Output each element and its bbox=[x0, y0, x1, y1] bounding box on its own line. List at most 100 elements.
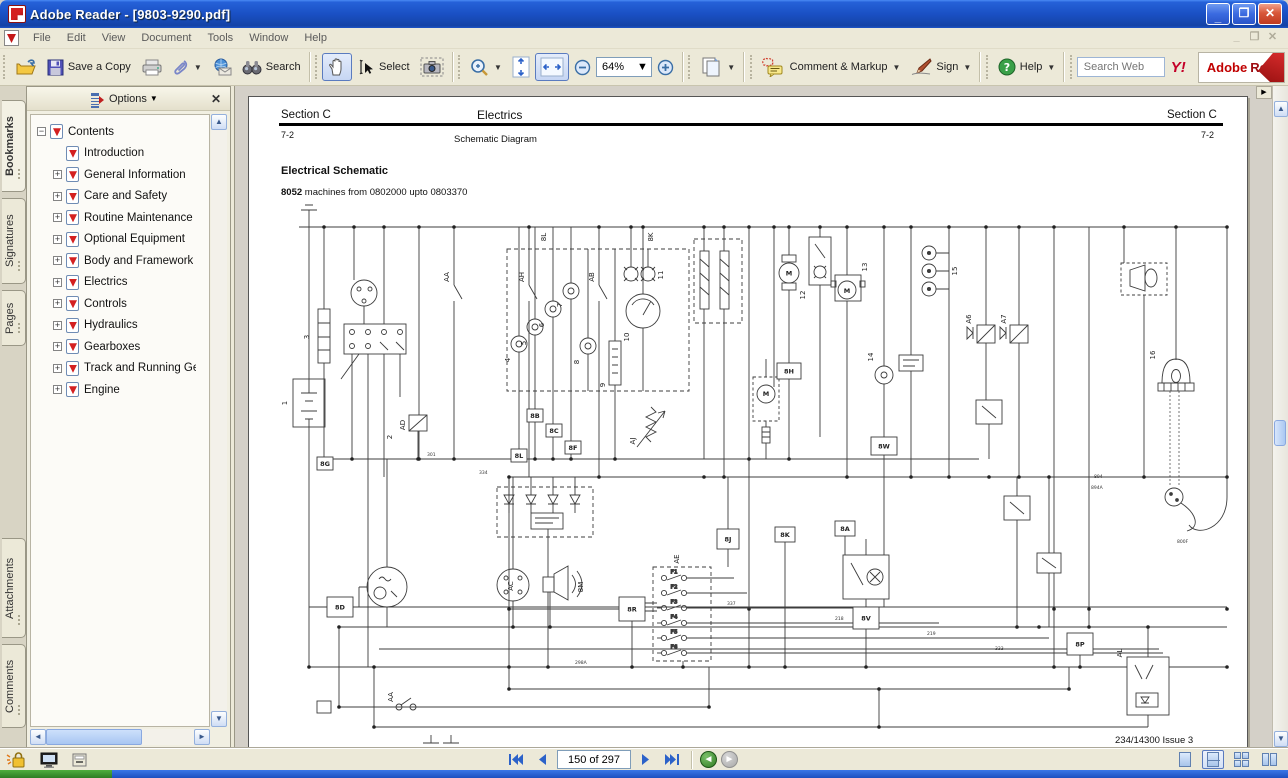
scroll-right-arrow[interactable]: ► bbox=[194, 729, 210, 745]
scroll-left-arrow[interactable]: ◄ bbox=[30, 729, 46, 745]
zoom-out-button[interactable] bbox=[569, 55, 596, 80]
menu-view[interactable]: View bbox=[94, 30, 134, 46]
tree-expander-minus[interactable]: − bbox=[37, 127, 46, 136]
open-button[interactable] bbox=[10, 54, 42, 80]
tree-expander-plus[interactable]: + bbox=[53, 213, 62, 222]
hscrollbar-thumb[interactable] bbox=[46, 729, 142, 745]
bookmark-gearboxes[interactable]: +Gearboxes bbox=[37, 336, 209, 358]
expand-bookmark-icon[interactable] bbox=[91, 92, 104, 106]
bookmark-routine-maintenance[interactable]: +Routine Maintenance bbox=[37, 207, 209, 229]
mdi-minimize-button[interactable]: _ bbox=[1229, 31, 1244, 45]
yahoo-logo[interactable]: Y! bbox=[1165, 59, 1192, 76]
tree-expander-plus[interactable]: + bbox=[53, 278, 62, 287]
start-button-edge[interactable] bbox=[0, 770, 112, 778]
bookmarks-vscrollbar[interactable]: ▲ ▼ bbox=[211, 114, 227, 727]
mdi-restore-button[interactable]: ❐ bbox=[1247, 31, 1262, 45]
tree-expander-plus[interactable]: + bbox=[53, 321, 62, 330]
toolbar-grip[interactable] bbox=[315, 55, 319, 79]
bookmark-engine[interactable]: +Engine bbox=[37, 379, 209, 401]
tree-expander-plus[interactable]: + bbox=[53, 256, 62, 265]
scroll-down-arrow[interactable]: ▼ bbox=[211, 711, 227, 727]
menu-tools[interactable]: Tools bbox=[200, 30, 242, 46]
zoom-level-dropdown-arrow[interactable]: ▼ bbox=[637, 61, 651, 73]
pane-options-icon[interactable] bbox=[72, 753, 87, 767]
tab-attachments[interactable]: Attachments bbox=[2, 538, 26, 638]
previous-view-button[interactable]: ◄ bbox=[700, 751, 717, 768]
zoom-in-button[interactable] bbox=[652, 55, 679, 80]
minimize-button[interactable]: _ bbox=[1206, 3, 1230, 25]
panel-close-icon[interactable]: ✕ bbox=[208, 92, 224, 106]
continuous-facing-layout-button[interactable] bbox=[1230, 750, 1252, 769]
tree-expander-plus[interactable]: + bbox=[53, 170, 62, 179]
scroll-up-arrow[interactable]: ▲ bbox=[211, 114, 227, 130]
menu-file[interactable]: File bbox=[25, 30, 59, 46]
tab-comments[interactable]: Comments bbox=[2, 644, 26, 728]
single-page-layout-button[interactable] bbox=[1174, 750, 1196, 769]
menu-document[interactable]: Document bbox=[133, 30, 199, 46]
print-button[interactable] bbox=[136, 55, 168, 80]
zoom-level-input[interactable] bbox=[597, 61, 637, 73]
save-a-copy-button[interactable]: Save a Copy bbox=[42, 55, 136, 80]
toolbar-grip[interactable] bbox=[1070, 55, 1074, 79]
toolbar-grip[interactable] bbox=[750, 55, 754, 79]
bookmark-general-information[interactable]: +General Information bbox=[37, 164, 209, 186]
tree-expander-plus[interactable]: + bbox=[53, 235, 62, 244]
toolbar-grip[interactable] bbox=[3, 55, 7, 79]
tab-bookmarks[interactable]: Bookmarks bbox=[2, 100, 26, 192]
tree-expander-plus[interactable]: + bbox=[53, 342, 62, 351]
snapshot-button[interactable] bbox=[415, 53, 449, 81]
help-button[interactable]: ? Help ▼ bbox=[993, 54, 1061, 80]
page-display-button[interactable]: ▼ bbox=[695, 52, 740, 82]
options-dropdown-arrow[interactable]: ▼ bbox=[150, 94, 158, 103]
fit-page-button[interactable] bbox=[507, 52, 535, 82]
toolbar-grip[interactable] bbox=[986, 55, 990, 79]
bookmark-hydraulics[interactable]: +Hydraulics bbox=[37, 315, 209, 337]
hand-tool-button[interactable] bbox=[322, 53, 352, 81]
tree-expander-plus[interactable]: + bbox=[53, 192, 62, 201]
tab-pages[interactable]: Pages bbox=[2, 290, 26, 346]
doc-scroll-up-arrow[interactable]: ▲ bbox=[1274, 101, 1288, 117]
tree-expander-plus[interactable]: + bbox=[53, 385, 62, 394]
bookmark-electrics[interactable]: +Electrics bbox=[37, 272, 209, 294]
doc-scroll-down-arrow[interactable]: ▼ bbox=[1274, 731, 1288, 747]
options-menu-button[interactable]: Options bbox=[109, 93, 147, 105]
fit-width-button[interactable] bbox=[535, 53, 569, 81]
zoom-in-tool-button[interactable]: ▼ bbox=[465, 54, 507, 81]
bookmark-care-and-safety[interactable]: +Care and Safety bbox=[37, 186, 209, 208]
hide-pane-arrow-button[interactable]: ▶ bbox=[1256, 86, 1272, 99]
screen-view-icon[interactable] bbox=[40, 752, 58, 768]
bookmarks-hscrollbar[interactable]: ◄ ► bbox=[30, 729, 210, 745]
bookmark-contents[interactable]: −Contents bbox=[37, 121, 209, 143]
bookmark-body-and-framework[interactable]: +Body and Framework bbox=[37, 250, 209, 272]
menu-edit[interactable]: Edit bbox=[59, 30, 94, 46]
doc-scrollbar-thumb[interactable] bbox=[1274, 420, 1286, 446]
bookmark-controls[interactable]: +Controls bbox=[37, 293, 209, 315]
page-number-input[interactable] bbox=[557, 750, 631, 769]
email-button[interactable] bbox=[207, 54, 237, 80]
toolbar-grip[interactable] bbox=[688, 55, 692, 79]
close-button[interactable]: ✕ bbox=[1258, 3, 1282, 25]
next-view-button[interactable]: ► bbox=[721, 751, 738, 768]
first-page-button[interactable] bbox=[505, 750, 527, 769]
tree-expander-plus[interactable]: + bbox=[53, 364, 62, 373]
facing-layout-button[interactable] bbox=[1258, 750, 1280, 769]
menu-window[interactable]: Window bbox=[241, 30, 296, 46]
next-page-button[interactable] bbox=[635, 750, 657, 769]
mdi-close-button[interactable]: ✕ bbox=[1265, 31, 1280, 45]
select-tool-button[interactable]: Select bbox=[352, 54, 415, 80]
tree-expander-plus[interactable]: + bbox=[53, 299, 62, 308]
zoom-level-combo[interactable]: ▼ bbox=[596, 57, 652, 77]
tab-signatures[interactable]: Signatures bbox=[2, 198, 26, 284]
comment-markup-button[interactable]: Comment & Markup ▼ bbox=[757, 53, 906, 81]
email-attach-button[interactable]: ▼ bbox=[168, 54, 207, 80]
menu-help[interactable]: Help bbox=[296, 30, 335, 46]
restore-button[interactable]: ❐ bbox=[1232, 3, 1256, 25]
previous-page-button[interactable] bbox=[531, 750, 553, 769]
bookmark-introduction[interactable]: Introduction bbox=[37, 143, 209, 165]
search-button[interactable]: Search bbox=[237, 56, 306, 79]
last-page-button[interactable] bbox=[661, 750, 683, 769]
windows-taskbar-edge[interactable] bbox=[0, 770, 1288, 778]
bookmark-track-and-running-gear[interactable]: +Track and Running Gear bbox=[37, 358, 209, 380]
continuous-layout-button[interactable] bbox=[1202, 750, 1224, 769]
bookmark-optional-equipment[interactable]: +Optional Equipment bbox=[37, 229, 209, 251]
